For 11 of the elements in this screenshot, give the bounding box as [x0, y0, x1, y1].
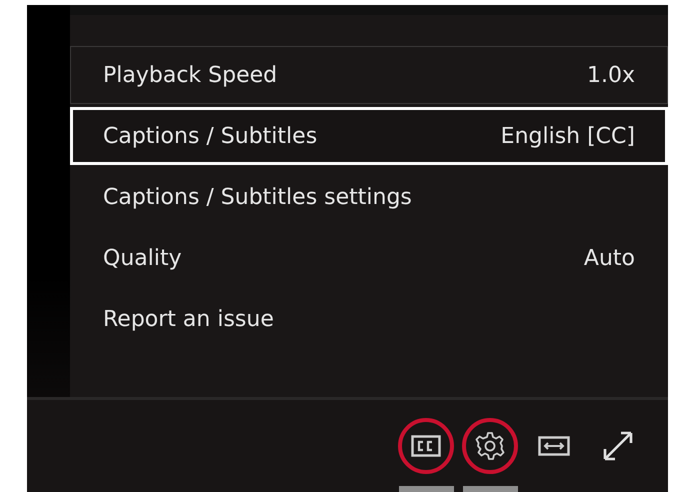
- menu-item[interactable]: Report an issue: [70, 290, 668, 348]
- captions-icon: [411, 435, 441, 457]
- settings-icon: [475, 431, 505, 461]
- menu-item[interactable]: Playback Speed 1.0x: [70, 46, 668, 104]
- menu-item[interactable]: Quality Auto: [70, 229, 668, 287]
- menu-item[interactable]: Captions / Subtitles English [CC]: [70, 107, 668, 165]
- widen-icon: [538, 436, 570, 456]
- settings-button[interactable]: [462, 418, 518, 474]
- captions-button[interactable]: [398, 418, 454, 474]
- menu-item[interactable]: Captions / Subtitles settings: [70, 168, 668, 226]
- fullscreen-icon: [601, 429, 635, 463]
